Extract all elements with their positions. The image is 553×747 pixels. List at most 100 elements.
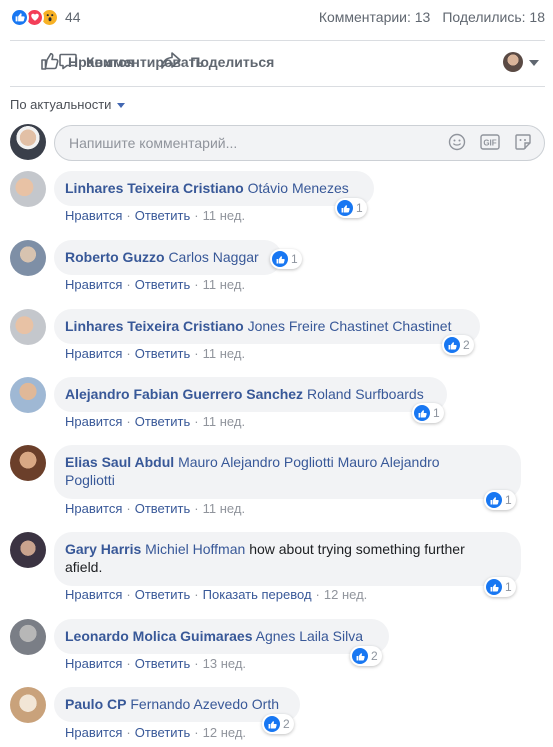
avatar[interactable] (10, 171, 46, 207)
comment-meta: Нравится · Ответить · 11 нед. (65, 501, 246, 516)
comments-count-link[interactable]: Комментарии: 13 (319, 9, 431, 25)
avatar[interactable] (10, 687, 46, 723)
comment-bubble: Linhares Teixeira Cristiano Jones Freire… (54, 309, 480, 344)
comment-composer[interactable]: GIF (54, 125, 545, 161)
comment-mention[interactable]: Agnes Laila Silva (256, 628, 363, 644)
reaction-count: 2 (371, 649, 378, 663)
comment-reaction-badge[interactable]: 2 (442, 335, 474, 355)
comment-meta: Нравится · Ответить · 11 нед. (65, 277, 246, 292)
comment-mention[interactable]: Carlos Naggar (168, 249, 258, 265)
comment-like-link[interactable]: Нравится (65, 725, 122, 740)
avatar (10, 124, 46, 160)
comment-timestamp[interactable]: 12 нед. (324, 587, 367, 602)
comment-mention[interactable]: Michiel Hoffman (145, 541, 245, 557)
comment-reply-link[interactable]: Ответить (135, 501, 191, 516)
comment-author[interactable]: Gary Harris (65, 541, 141, 557)
comment-reply-link[interactable]: Ответить (135, 208, 191, 223)
comment-text: afield. (65, 559, 103, 575)
comment-author[interactable]: Alejandro Fabian Guerrero Sanchez (65, 386, 303, 402)
avatar[interactable] (10, 619, 46, 655)
reaction-count: 1 (505, 493, 512, 507)
divider (10, 40, 545, 41)
comment-like-link[interactable]: Нравится (65, 656, 122, 671)
gif-icon[interactable]: GIF (480, 133, 500, 153)
comment-timestamp[interactable]: 11 нед. (203, 208, 245, 223)
comment-like-link[interactable]: Нравится (65, 346, 122, 361)
sort-label: По актуальности (10, 97, 112, 112)
avatar[interactable] (10, 532, 46, 568)
avatar[interactable] (10, 377, 46, 413)
thumbs-up-icon (40, 51, 60, 74)
speech-bubble-icon (58, 51, 78, 74)
sticker-icon[interactable] (514, 133, 532, 154)
comment-input[interactable] (69, 135, 448, 151)
comment-mention[interactable]: Mauro Alejandro Pogliotti Mauro Alejandr… (178, 454, 440, 470)
comment-label: Комментировать (86, 54, 205, 70)
comment-reaction-badge[interactable]: 2 (262, 714, 294, 734)
comment-like-link[interactable]: Нравится (65, 414, 122, 429)
comment-author[interactable]: Linhares Teixeira Cristiano (65, 180, 244, 196)
comment-like-link[interactable]: Нравится (65, 501, 122, 516)
comment-mention[interactable]: Pogliotti (65, 472, 115, 488)
comment-timestamp[interactable]: 11 нед. (203, 346, 245, 361)
comment-button[interactable]: Комментировать (58, 51, 537, 74)
comment-meta: Нравится · Ответить · 12 нед. (65, 725, 247, 740)
comment-reaction-badge[interactable]: 2 (350, 646, 382, 666)
reaction-count: 1 (291, 252, 298, 266)
like-reaction-icon (352, 648, 368, 664)
avatar[interactable] (10, 309, 46, 345)
comment-meta: Нравится · Ответить · 13 нед. (65, 656, 247, 671)
comment-reply-link[interactable]: Ответить (135, 414, 191, 429)
comment-like-link[interactable]: Нравится (65, 277, 122, 292)
comment-author[interactable]: Leonardo Molica Guimaraes (65, 628, 253, 644)
comment-reply-link[interactable]: Ответить (135, 277, 191, 292)
comment-reaction-badge[interactable]: 1 (335, 198, 367, 218)
comment-reply-link[interactable]: Ответить (135, 656, 191, 671)
emoji-icon[interactable] (448, 133, 466, 154)
comment-timestamp[interactable]: 11 нед. (203, 277, 245, 292)
shares-count-link[interactable]: Поделились: 18 (442, 9, 545, 25)
comment-timestamp[interactable]: 13 нед. (203, 656, 246, 671)
comment-reaction-badge[interactable]: 1 (484, 577, 516, 597)
comment-mention[interactable]: Otávio Menezes (248, 180, 349, 196)
comment-text: how about trying something further (249, 541, 465, 557)
comment-like-link[interactable]: Нравится (65, 208, 122, 223)
sort-dropdown[interactable]: По актуальности (10, 97, 126, 112)
reactions-summary[interactable]: 44 (10, 7, 81, 27)
comment-author[interactable]: Linhares Teixeira Cristiano (65, 318, 244, 334)
comment-timestamp[interactable]: 11 нед. (203, 414, 245, 429)
divider (10, 86, 545, 87)
comment-reply-link[interactable]: Ответить (135, 346, 191, 361)
comment-meta: Нравится · Ответить · Показать перевод · 12… (65, 587, 368, 602)
comment-reaction-badge[interactable]: 1 (412, 403, 444, 423)
comment-timestamp[interactable]: 11 нед. (203, 501, 245, 516)
reaction-count: 2 (463, 338, 470, 352)
comment-author[interactable]: Elias Saul Abdul (65, 454, 174, 470)
comment-author[interactable]: Paulo CP (65, 696, 126, 712)
like-reaction-icon (486, 492, 502, 508)
like-reaction-icon (486, 579, 502, 595)
caret-down-icon (117, 102, 126, 108)
translate-link[interactable]: Показать перевод (203, 587, 312, 602)
like-reaction-icon (272, 251, 288, 267)
comment-reaction-badge[interactable]: 1 (270, 249, 302, 269)
comment-reply-link[interactable]: Ответить (135, 587, 191, 602)
comment-author[interactable]: Roberto Guzzo (65, 249, 165, 265)
comment-reply-link[interactable]: Ответить (135, 725, 191, 740)
comment-mention[interactable]: Jones Freire Chastinet Chastinet (248, 318, 452, 334)
like-reaction-icon (444, 337, 460, 353)
comment-mention[interactable]: Fernando Azevedo Orth (130, 696, 279, 712)
comment-reaction-badge[interactable]: 1 (484, 490, 516, 510)
comment-bubble: Leonardo Molica Guimaraes Agnes Laila Si… (54, 619, 389, 654)
comment-mention[interactable]: Roland Surfboards (307, 386, 424, 402)
comment-like-link[interactable]: Нравится (65, 587, 122, 602)
avatar[interactable] (10, 445, 46, 481)
comment-bubble: Roberto Guzzo Carlos Naggar (54, 240, 282, 275)
like-reaction-icon (10, 7, 29, 27)
like-reaction-icon (337, 200, 353, 216)
like-reaction-icon (264, 716, 280, 732)
comment-meta: Нравится · Ответить · 11 нед. (65, 208, 246, 223)
comment-bubble: Gary Harris Michiel Hoffman how about tr… (54, 532, 521, 586)
comment-timestamp[interactable]: 12 нед. (203, 725, 246, 740)
avatar[interactable] (10, 240, 46, 276)
